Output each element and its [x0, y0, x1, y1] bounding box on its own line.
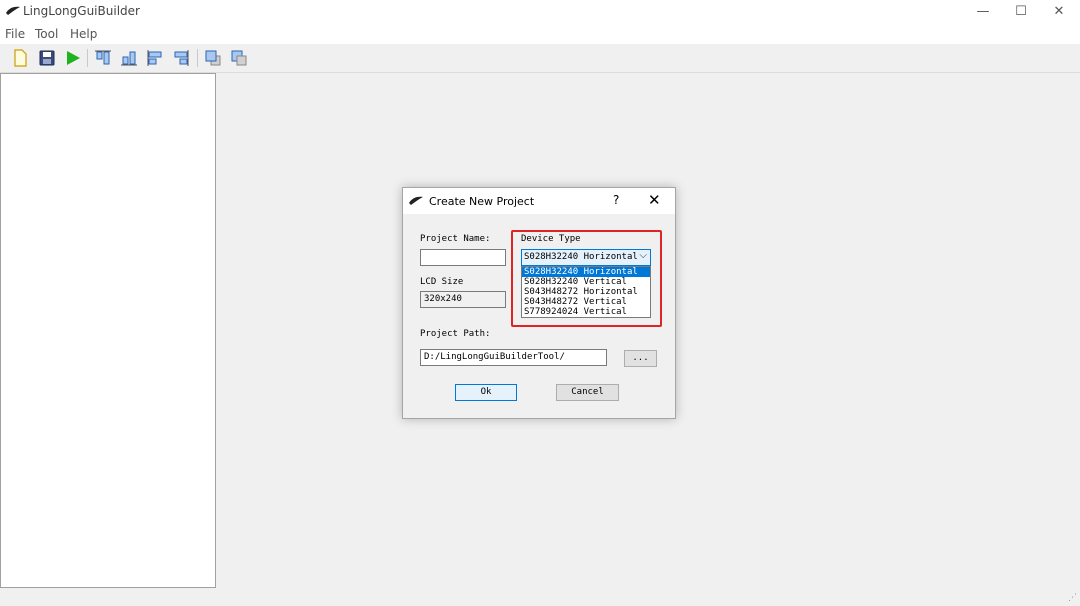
- app-logo-icon: [409, 196, 423, 205]
- highlight-annotation: [511, 230, 662, 327]
- project-name-input[interactable]: [420, 249, 506, 266]
- menu-bar: File Tool Help: [0, 24, 1080, 44]
- lcd-size-label: LCD Size: [420, 277, 464, 287]
- save-icon[interactable]: [37, 48, 57, 68]
- maximize-button[interactable]: ☐: [1006, 2, 1036, 22]
- toolbar-separator: [87, 49, 88, 67]
- menu-help[interactable]: Help: [70, 27, 97, 41]
- menu-file[interactable]: File: [5, 27, 25, 41]
- send-back-icon[interactable]: [229, 48, 249, 68]
- project-name-label: Project Name:: [420, 234, 491, 244]
- lcd-size-field: 320x240: [420, 291, 506, 308]
- menu-tool[interactable]: Tool: [35, 27, 58, 41]
- close-button[interactable]: ✕: [1044, 2, 1074, 22]
- ok-button[interactable]: Ok: [455, 384, 517, 401]
- resize-grip-icon[interactable]: ⋰: [1068, 593, 1077, 603]
- project-path-label: Project Path:: [420, 329, 491, 339]
- widget-panel[interactable]: [0, 73, 216, 588]
- toolbar-separator: [197, 49, 198, 67]
- toolbar: [0, 44, 1080, 73]
- dialog-help-button[interactable]: ?: [613, 193, 619, 207]
- dialog-title-bar: Create New Project ? ✕: [403, 188, 675, 214]
- cancel-button[interactable]: Cancel: [556, 384, 619, 401]
- align-right-icon[interactable]: [171, 48, 191, 68]
- app-logo-icon: [6, 6, 20, 15]
- browse-button[interactable]: ...: [624, 350, 657, 367]
- align-bottom-icon[interactable]: [119, 48, 139, 68]
- align-top-icon[interactable]: [93, 48, 113, 68]
- run-icon[interactable]: [63, 48, 83, 68]
- new-file-icon[interactable]: [10, 48, 30, 68]
- project-path-input[interactable]: D:/LingLongGuiBuilderTool/: [420, 349, 607, 366]
- dialog-title: Create New Project: [429, 195, 535, 208]
- align-left-icon[interactable]: [145, 48, 165, 68]
- minimize-button[interactable]: —: [968, 2, 998, 22]
- title-bar: LingLongGuiBuilder — ☐ ✕: [0, 0, 1080, 24]
- bring-front-icon[interactable]: [203, 48, 223, 68]
- create-project-dialog: Create New Project ? ✕ Project Name: LCD…: [402, 187, 676, 419]
- app-title: LingLongGuiBuilder: [23, 4, 140, 18]
- dialog-close-button[interactable]: ✕: [648, 191, 661, 209]
